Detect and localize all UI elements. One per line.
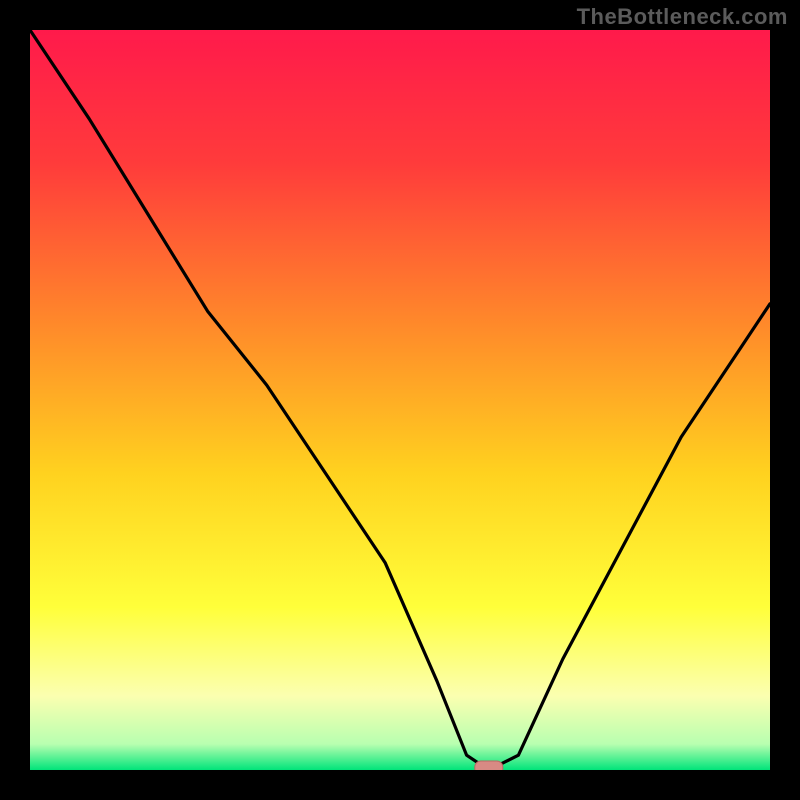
watermark-text: TheBottleneck.com <box>577 4 788 30</box>
bottleneck-chart <box>0 0 800 800</box>
plot-background <box>30 30 770 770</box>
chart-frame: TheBottleneck.com <box>0 0 800 800</box>
